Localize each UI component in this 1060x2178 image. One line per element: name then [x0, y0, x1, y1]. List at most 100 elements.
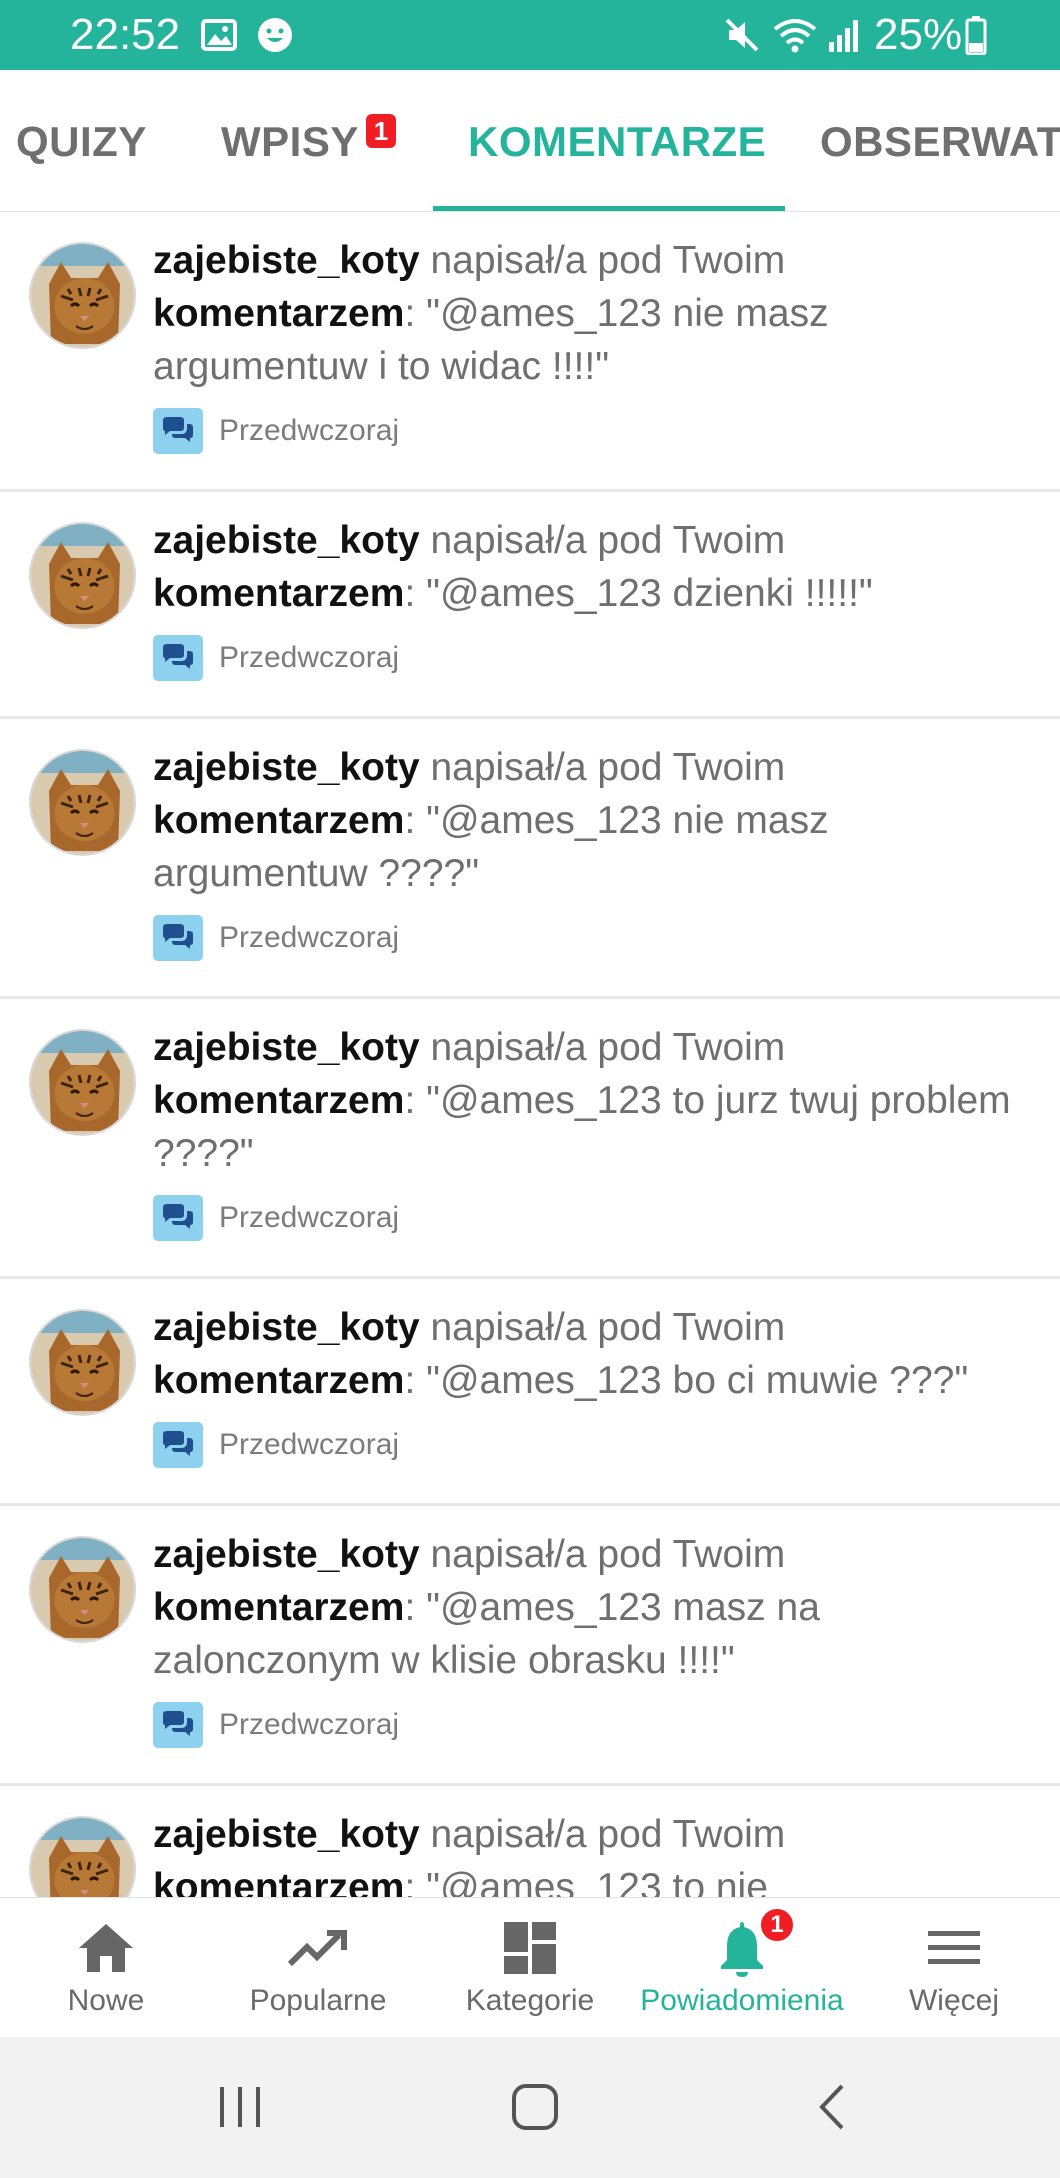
notification-user[interactable]: zajebiste_koty	[153, 746, 420, 789]
notification-text: zajebiste_koty napisał/a pod Twoim komen…	[153, 1808, 1043, 1897]
avatar[interactable]	[29, 242, 136, 349]
notification-user[interactable]: zajebiste_koty	[153, 1533, 420, 1576]
notification-badge: 1	[758, 1906, 796, 1944]
list-item[interactable]: zajebiste_koty napisał/a pod Twoim komen…	[0, 212, 1060, 492]
status-bar: 22:52 25%	[0, 0, 1060, 70]
nav-item-wiecej[interactable]: Więcej	[848, 1898, 1060, 2038]
signal-icon	[826, 14, 862, 56]
notification-content: zajebiste_koty napisał/a pod Twoim komen…	[153, 1021, 1043, 1242]
notification-content: zajebiste_koty napisał/a pod Twoim komen…	[153, 514, 1043, 682]
avatar[interactable]	[29, 522, 136, 629]
notification-tabs: QUIZY WPISY 1 KOMENTARZE OBSERWATORZY	[0, 70, 1060, 212]
notification-meta: Przedwczoraj	[153, 1421, 1043, 1469]
gallery-icon	[200, 14, 238, 56]
notification-user[interactable]: zajebiste_koty	[153, 1306, 420, 1349]
notification-content: zajebiste_koty napisał/a pod Twoim komen…	[153, 234, 1043, 455]
tab-wpisy-badge: 1	[366, 114, 396, 148]
nav-item-powiadomienia[interactable]: 1 Powiadomienia	[636, 1898, 848, 2038]
avatar[interactable]	[29, 1309, 136, 1416]
notification-user[interactable]: zajebiste_koty	[153, 1026, 420, 1069]
comments-icon	[153, 1195, 203, 1241]
notification-action: napisał/a pod Twoim	[419, 1026, 786, 1069]
notification-action: napisał/a pod Twoim	[419, 746, 786, 789]
notification-target: komentarzem	[153, 572, 405, 615]
notification-time: Przedwczoraj	[219, 921, 400, 954]
notification-meta: Przedwczoraj	[153, 407, 1043, 455]
comments-icon	[153, 408, 203, 454]
notification-time: Przedwczoraj	[219, 641, 400, 674]
tab-obserwatorzy[interactable]: OBSERWATORZY	[820, 118, 1060, 166]
status-time: 22:52	[70, 10, 181, 59]
battery-percentage: 25%	[874, 10, 963, 59]
list-item[interactable]: zajebiste_koty napisał/a pod Twoim komen…	[0, 1786, 1060, 1897]
battery-icon	[964, 14, 988, 56]
notification-action: napisał/a pod Twoim	[419, 1533, 786, 1576]
comments-icon	[153, 635, 203, 681]
notification-time: Przedwczoraj	[219, 414, 400, 447]
list-item[interactable]: zajebiste_koty napisał/a pod Twoim komen…	[0, 999, 1060, 1279]
notification-comment: : "@ames_123 dzienki !!!!!"	[404, 572, 873, 615]
notification-text: zajebiste_koty napisał/a pod Twoim komen…	[153, 741, 1043, 900]
avatar[interactable]	[29, 1029, 136, 1136]
list-item[interactable]: zajebiste_koty napisał/a pod Twoim komen…	[0, 1506, 1060, 1786]
grid-icon	[498, 1916, 562, 1980]
notification-time: Przedwczoraj	[219, 1708, 400, 1741]
comments-icon	[153, 1422, 203, 1468]
list-item[interactable]: zajebiste_koty napisał/a pod Twoim komen…	[0, 719, 1060, 999]
notification-comment: : "@ames_123 bo ci muwie ???"	[404, 1359, 969, 1402]
notification-user[interactable]: zajebiste_koty	[153, 519, 420, 562]
notification-text: zajebiste_koty napisał/a pod Twoim komen…	[153, 514, 1043, 620]
home-icon	[74, 1916, 138, 1980]
notification-meta: Przedwczoraj	[153, 914, 1043, 962]
notification-comment: : "@ames_123 to nie	[404, 1866, 768, 1897]
avatar[interactable]	[29, 1816, 136, 1897]
nav-label: Nowe	[67, 1984, 145, 2017]
list-item[interactable]: zajebiste_koty napisał/a pod Twoim komen…	[0, 492, 1060, 719]
notification-content: zajebiste_koty napisał/a pod Twoim komen…	[153, 741, 1043, 962]
notification-target: komentarzem	[153, 799, 405, 842]
tab-wpisy[interactable]: WPISY	[221, 118, 359, 166]
trending-icon	[286, 1916, 350, 1980]
nav-label: Kategorie	[465, 1984, 595, 2017]
system-navigation-bar	[0, 2037, 1060, 2178]
bottom-navigation: Nowe Popularne Kategorie 1 Powiadomienia…	[0, 1897, 1060, 2037]
avatar[interactable]	[29, 1536, 136, 1643]
list-item[interactable]: zajebiste_koty napisał/a pod Twoim komen…	[0, 1279, 1060, 1506]
tab-quizy[interactable]: QUIZY	[16, 118, 147, 166]
notification-text: zajebiste_koty napisał/a pod Twoim komen…	[153, 1528, 1043, 1687]
nav-label: Powiadomienia	[640, 1984, 844, 2017]
notification-text: zajebiste_koty napisał/a pod Twoim komen…	[153, 1021, 1043, 1180]
tab-komentarze[interactable]: KOMENTARZE	[468, 118, 766, 166]
nav-item-kategorie[interactable]: Kategorie	[424, 1898, 636, 2038]
mute-icon	[722, 14, 762, 56]
notification-text: zajebiste_koty napisał/a pod Twoim komen…	[153, 234, 1043, 393]
notification-time: Przedwczoraj	[219, 1428, 400, 1461]
wifi-icon	[770, 14, 820, 56]
notification-target: komentarzem	[153, 1079, 405, 1122]
nav-label: Popularne	[249, 1984, 387, 2017]
notification-meta: Przedwczoraj	[153, 634, 1043, 682]
face-icon	[255, 14, 295, 56]
comments-icon	[153, 915, 203, 961]
notification-action: napisał/a pod Twoim	[419, 239, 786, 282]
back-icon[interactable]	[797, 2077, 867, 2137]
nav-item-nowe[interactable]: Nowe	[0, 1898, 212, 2038]
notification-content: zajebiste_koty napisał/a pod Twoim komen…	[153, 1528, 1043, 1749]
home-button-icon[interactable]	[500, 2077, 570, 2137]
avatar[interactable]	[29, 749, 136, 856]
nav-label: Więcej	[908, 1984, 999, 2017]
menu-icon	[922, 1916, 986, 1980]
notification-user[interactable]: zajebiste_koty	[153, 239, 420, 282]
notification-content: zajebiste_koty napisał/a pod Twoim komen…	[153, 1301, 1043, 1469]
recent-apps-icon[interactable]	[205, 2077, 275, 2137]
notification-action: napisał/a pod Twoim	[419, 1306, 786, 1349]
notification-target: komentarzem	[153, 292, 405, 335]
notification-meta: Przedwczoraj	[153, 1701, 1043, 1749]
nav-item-popularne[interactable]: Popularne	[212, 1898, 424, 2038]
notification-list: zajebiste_koty napisał/a pod Twoim komen…	[0, 212, 1060, 1897]
notification-meta: Przedwczoraj	[153, 1194, 1043, 1242]
notification-text: zajebiste_koty napisał/a pod Twoim komen…	[153, 1301, 1043, 1407]
notification-action: napisał/a pod Twoim	[419, 1813, 786, 1856]
notification-user[interactable]: zajebiste_koty	[153, 1813, 420, 1856]
notification-time: Przedwczoraj	[219, 1201, 400, 1234]
